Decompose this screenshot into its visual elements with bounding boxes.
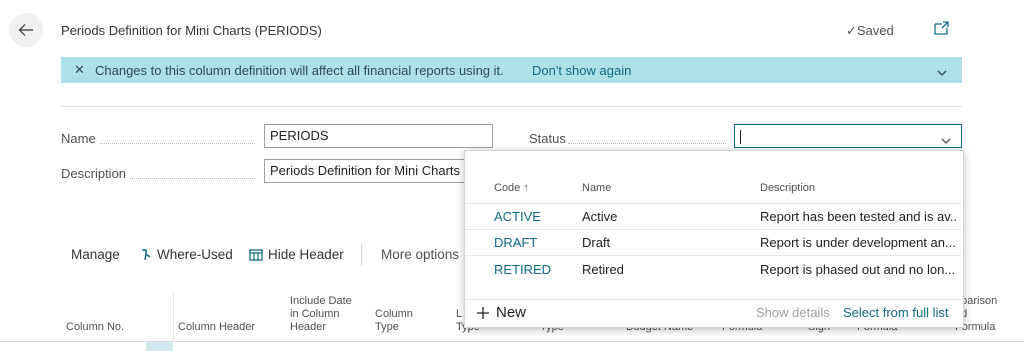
open-new-window-icon — [934, 21, 949, 35]
leader-dots — [100, 143, 255, 144]
close-icon[interactable]: ✕ — [74, 62, 85, 78]
name-label: Name — [61, 131, 96, 146]
dd-header-code[interactable]: Code ↑ — [494, 182, 529, 194]
col-column-header[interactable]: Column Header — [178, 321, 255, 334]
divider — [61, 106, 962, 107]
row-divider — [465, 255, 961, 256]
select-from-full-list-link[interactable]: Select from full list — [843, 305, 948, 320]
dd-row-description: Report has been tested and is av... — [760, 209, 958, 224]
leader-dots — [130, 178, 255, 179]
text-cursor — [740, 129, 741, 144]
table-icon — [249, 248, 263, 261]
manage-label: Manage — [71, 247, 120, 262]
row-divider — [465, 229, 961, 230]
where-used-button[interactable]: Where-Used — [140, 247, 233, 262]
dont-show-again-link[interactable]: Don't show again — [532, 63, 631, 78]
col-column-type[interactable]: Column Type — [375, 308, 413, 334]
chevron-down-icon[interactable] — [936, 65, 948, 80]
dd-row-code[interactable]: RETIRED — [494, 262, 551, 277]
col-column-type-line1: Column — [375, 308, 413, 320]
arrow-left-icon — [18, 24, 33, 36]
col-include-date-line2: in Column — [290, 308, 340, 320]
dd-row-name: Active — [582, 209, 618, 224]
popout-button[interactable] — [933, 20, 951, 39]
name-field[interactable]: PERIODS — [264, 124, 493, 148]
dd-row-name: Draft — [582, 235, 611, 250]
row-divider — [465, 203, 961, 204]
new-button[interactable]: New — [476, 304, 526, 321]
col-include-date-line3: Header — [290, 321, 327, 333]
status-label: Status — [529, 131, 566, 146]
check-icon: ✓ — [846, 23, 857, 38]
footer-divider — [465, 299, 961, 300]
dd-row-code[interactable]: ACTIVE — [494, 209, 541, 224]
page-title: Periods Definition for Mini Charts (PERI… — [61, 23, 322, 38]
col-include-date-line1: Include Date — [290, 295, 352, 307]
column-divider — [173, 292, 174, 341]
more-options-label: More options — [381, 247, 460, 262]
description-label: Description — [61, 166, 127, 181]
plus-icon — [477, 306, 489, 319]
col-include-date[interactable]: Include Date in Column Header — [290, 295, 352, 334]
manage-button[interactable]: Manage — [71, 247, 120, 262]
leader-dots — [568, 143, 726, 144]
where-used-icon — [142, 248, 151, 260]
banner-message: Changes to this column definition will a… — [95, 63, 504, 78]
dd-row-code[interactable]: DRAFT — [494, 235, 537, 250]
status-field[interactable] — [734, 124, 962, 148]
saved-status: ✓Saved — [846, 23, 894, 39]
hide-header-button[interactable]: Hide Header — [249, 247, 344, 262]
col-column-no[interactable]: Column No. — [66, 321, 124, 334]
dd-row-description: Report is under development an... — [760, 235, 956, 250]
selected-cell[interactable] — [146, 342, 173, 351]
dd-row-description: Report is phased out and no lon... — [760, 262, 956, 277]
dd-header-description[interactable]: Description — [760, 182, 815, 194]
divider — [361, 244, 362, 266]
description-field[interactable]: Periods Definition for Mini Charts — [264, 159, 466, 183]
chevron-down-icon[interactable] — [940, 133, 952, 148]
dd-header-name[interactable]: Name — [582, 182, 611, 194]
more-options-button[interactable]: More options — [381, 247, 459, 262]
col-column-type-line2: Type — [375, 321, 399, 333]
show-details-button[interactable]: Show details — [756, 305, 830, 320]
dd-row-name: Retired — [582, 262, 624, 277]
where-used-label: Where-Used — [157, 247, 233, 262]
back-button[interactable] — [9, 13, 43, 47]
saved-label: Saved — [856, 23, 894, 38]
new-label: New — [496, 304, 527, 321]
hide-header-label: Hide Header — [268, 247, 344, 262]
